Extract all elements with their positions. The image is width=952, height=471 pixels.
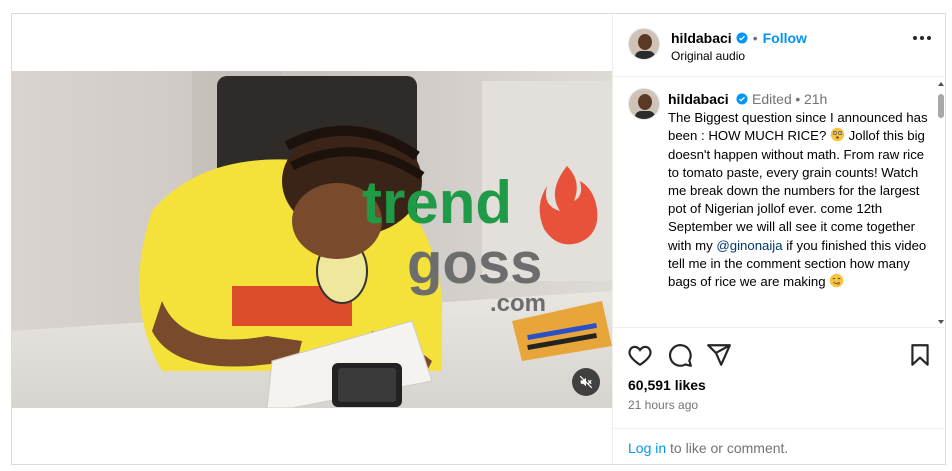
login-link[interactable]: Log in <box>628 440 666 456</box>
watermark-trend: trend <box>362 169 512 236</box>
avatar[interactable] <box>628 88 660 120</box>
caption-scrollbar[interactable] <box>937 80 945 326</box>
mute-icon <box>579 375 593 389</box>
more-options-icon <box>913 36 917 40</box>
header-name-row: hildabaci • Follow <box>671 30 807 46</box>
verified-icon <box>736 32 748 44</box>
scroll-up-arrow-icon[interactable] <box>937 80 945 88</box>
post-modal: trend goss .com hildabaci • Follow Origi… <box>11 13 947 465</box>
flushed-emoji-icon <box>830 128 845 142</box>
post-video[interactable]: trend goss .com <box>12 71 612 408</box>
post-sidebar: hildabaci • Follow Original audio hildab… <box>612 14 947 464</box>
caption-username[interactable]: hildabaci <box>668 91 729 107</box>
video-frame-image: trend goss .com <box>12 71 612 408</box>
header-username[interactable]: hildabaci <box>671 30 732 46</box>
post-time[interactable]: 21 hours ago <box>628 398 698 412</box>
more-options-button[interactable] <box>913 36 931 40</box>
likes-count[interactable]: 60,591 likes <box>628 377 706 393</box>
media-column: trend goss .com <box>12 14 612 464</box>
login-rest-text: to like or comment. <box>670 440 789 456</box>
verified-icon <box>736 93 748 105</box>
caption-part2: Jollof this big doesn't happen without m… <box>668 128 925 253</box>
bookmark-icon[interactable] <box>907 342 933 368</box>
scroll-thumb[interactable] <box>938 94 944 118</box>
comment-icon[interactable] <box>667 342 693 368</box>
mention-link[interactable]: @ginonaija <box>716 238 782 253</box>
login-prompt: Log in to like or comment. <box>613 428 947 464</box>
edited-label: Edited <box>752 91 792 107</box>
watermark-com: .com <box>490 290 546 317</box>
caption-timestamp[interactable]: 21h <box>804 91 827 107</box>
action-bar <box>613 342 947 370</box>
audio-label[interactable]: Original audio <box>671 49 745 63</box>
watermark-goss: goss <box>407 231 542 296</box>
separator-dot: • <box>752 30 758 46</box>
share-icon[interactable] <box>706 342 732 368</box>
caption-text: hildabaci Edited • 21h The Biggest quest… <box>668 90 933 291</box>
separator-dot: • <box>795 91 801 107</box>
mute-button[interactable] <box>572 368 600 396</box>
heart-icon[interactable] <box>627 342 653 368</box>
follow-button[interactable]: Follow <box>763 30 807 46</box>
avatar[interactable] <box>628 28 660 60</box>
yum-emoji-icon <box>830 273 844 288</box>
caption-area: hildabaci Edited • 21h The Biggest quest… <box>613 78 947 328</box>
scroll-down-arrow-icon[interactable] <box>937 318 945 326</box>
login-text: Log in to like or comment. <box>628 440 788 456</box>
post-header: hildabaci • Follow Original audio <box>613 14 947 77</box>
